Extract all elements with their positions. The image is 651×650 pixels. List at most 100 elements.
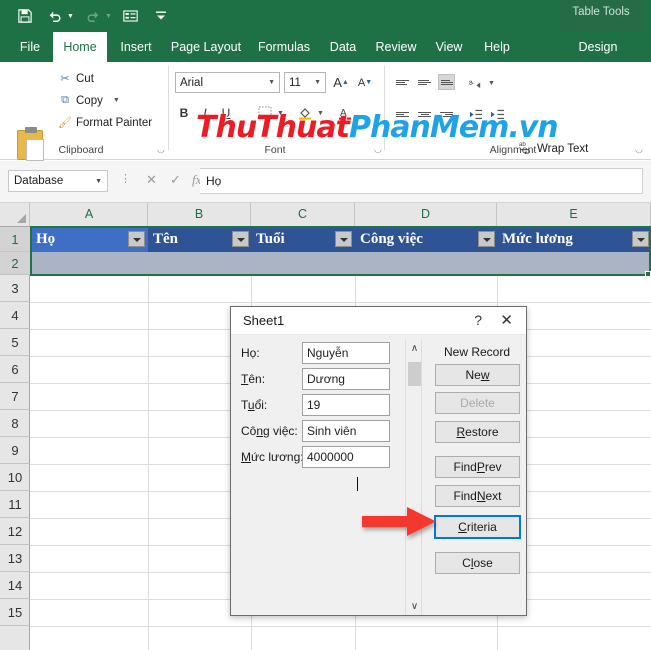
customize-qat-icon[interactable] [150, 6, 172, 26]
format-painter-button[interactable]: 🖌 Format Painter [58, 116, 153, 130]
row-header-5[interactable]: 5 [0, 329, 30, 356]
formula-input[interactable]: Họ [200, 168, 643, 194]
criteria-button[interactable]: Criteria [434, 515, 521, 539]
tab-data[interactable]: Data [322, 32, 364, 62]
selection-fill-handle[interactable] [645, 271, 651, 277]
alignment-dialog-launcher-icon[interactable]: ◡ [635, 144, 643, 155]
filter-dropdown-ten-icon[interactable] [232, 231, 249, 247]
column-header-a[interactable]: A [31, 203, 148, 226]
tab-file[interactable]: File [10, 32, 50, 62]
font-dialog-launcher-icon[interactable]: ◡ [374, 144, 382, 155]
row-header-13[interactable]: 13 [0, 545, 30, 572]
scrollbar-thumb[interactable] [408, 362, 421, 386]
name-box[interactable]: Database ▼ [8, 170, 108, 192]
tab-view[interactable]: View [428, 32, 470, 62]
tab-review[interactable]: Review [370, 32, 422, 62]
grow-font-button[interactable]: A ▲ [331, 72, 351, 93]
new-record-label: New Record [443, 345, 511, 359]
quick-access-toolbar: ▼ ▼ [14, 6, 172, 26]
clipboard-dialog-launcher-icon[interactable]: ◡ [157, 144, 165, 155]
table-header-mucluong[interactable]: Mức lương [497, 227, 651, 252]
row-header-3[interactable]: 3 [0, 275, 30, 302]
row-header-11[interactable]: 11 [0, 491, 30, 518]
undo-dropdown-icon[interactable]: ▼ [67, 13, 74, 20]
row-header-9[interactable]: 9 [0, 437, 30, 464]
close-icon[interactable]: ✕ [500, 311, 513, 329]
scissors-icon: ✂ [60, 73, 70, 85]
copy-button[interactable]: ⧉ Copy ▼ [58, 94, 120, 107]
cut-button[interactable]: ✂ Cut [58, 72, 94, 86]
scroll-up-icon[interactable]: ∧ [406, 343, 423, 354]
form-icon[interactable] [120, 6, 142, 26]
row-header-7[interactable]: 7 [0, 383, 30, 410]
filter-dropdown-congviec-icon[interactable] [478, 231, 495, 247]
filter-dropdown-ho-icon[interactable] [128, 231, 145, 247]
format-painter-label: Format Painter [76, 116, 153, 129]
field-label-ten: Tên: [241, 372, 266, 386]
field-label-congviec: Công việc: [241, 424, 298, 438]
row-header-10[interactable]: 10 [0, 464, 30, 491]
save-icon[interactable] [14, 6, 36, 26]
watermark-part1: ThuThuat [196, 110, 350, 145]
formula-bar-grip[interactable]: ⋮ [120, 172, 131, 185]
row-header-8[interactable]: 8 [0, 410, 30, 437]
scroll-down-icon[interactable]: ∨ [406, 601, 423, 612]
tab-formulas[interactable]: Formulas [252, 32, 316, 62]
tab-design[interactable]: Design [562, 32, 634, 62]
tab-insert[interactable]: Insert [112, 32, 160, 62]
cancel-icon[interactable]: ✕ [146, 172, 157, 188]
shrink-font-button[interactable]: A ▼ [355, 72, 375, 93]
row-header-4[interactable]: 4 [0, 302, 30, 329]
tab-page-layout[interactable]: Page Layout [166, 32, 246, 62]
new-record-button[interactable]: Ne w [435, 364, 520, 386]
field-label-mucluong: Mức lương: [241, 450, 304, 464]
restore-button[interactable]: Restore [435, 421, 520, 443]
enter-icon[interactable]: ✓ [170, 172, 181, 188]
font-name-combo[interactable]: Arial ▼ [175, 72, 280, 93]
font-size-combo[interactable]: 11 ▼ [284, 72, 326, 93]
field-input-congviec[interactable]: Sinh viên [302, 420, 390, 442]
row-header-2[interactable]: 2 [0, 252, 30, 275]
text-cursor [357, 477, 358, 491]
filter-dropdown-tuoi-icon[interactable] [335, 231, 352, 247]
column-header-e[interactable]: E [497, 203, 651, 226]
align-bottom-button[interactable] [438, 74, 455, 90]
tab-help[interactable]: Help [476, 32, 518, 62]
copy-dropdown-icon[interactable]: ▼ [113, 97, 120, 104]
table-data-row-2[interactable] [31, 252, 651, 275]
name-box-dropdown-icon[interactable]: ▼ [95, 178, 102, 185]
column-header-b[interactable]: B [148, 203, 251, 226]
tab-home[interactable]: Home [53, 32, 107, 62]
row-header-6[interactable]: 6 [0, 356, 30, 383]
row-header-14[interactable]: 14 [0, 572, 30, 599]
select-all-corner[interactable] [0, 203, 30, 226]
close-button[interactable]: Cl ose [435, 552, 520, 574]
field-value-tuoi: 19 [307, 398, 321, 412]
row-header-1[interactable]: 1 [0, 227, 30, 252]
undo-icon[interactable] [44, 6, 66, 26]
paintbrush-icon: 🖌 [58, 117, 72, 129]
orientation-dropdown-icon[interactable]: ▼ [488, 80, 495, 87]
help-icon[interactable]: ? [474, 312, 482, 328]
field-input-mucluong[interactable]: 4000000 [302, 446, 390, 468]
font-size-dropdown-icon[interactable]: ▼ [314, 79, 321, 86]
row-header-15[interactable]: 15 [0, 599, 30, 626]
row-header-12[interactable]: 12 [0, 518, 30, 545]
record-scrollbar[interactable]: ∧ ∨ [405, 340, 422, 615]
align-top-button[interactable] [394, 74, 411, 90]
field-input-ten[interactable]: Dương [302, 368, 390, 390]
column-header-d[interactable]: D [355, 203, 497, 226]
table-tools-label: Table Tools [572, 6, 630, 18]
annotation-arrow-icon [360, 505, 438, 541]
field-input-ho[interactable]: Nguyễn [302, 342, 390, 364]
find-prev-button[interactable]: Find Prev [435, 456, 520, 478]
bold-button[interactable]: B [175, 104, 193, 122]
field-input-tuoi[interactable]: 19 [302, 394, 390, 416]
column-header-c[interactable]: C [251, 203, 355, 226]
align-middle-button[interactable] [416, 74, 433, 90]
filter-dropdown-mucluong-icon[interactable] [632, 231, 649, 247]
table-header-congviec[interactable]: Công việc [355, 227, 497, 252]
font-name-dropdown-icon[interactable]: ▼ [268, 79, 275, 86]
orientation-icon[interactable]: a [467, 74, 484, 90]
find-next-button[interactable]: Find Next [435, 485, 520, 507]
